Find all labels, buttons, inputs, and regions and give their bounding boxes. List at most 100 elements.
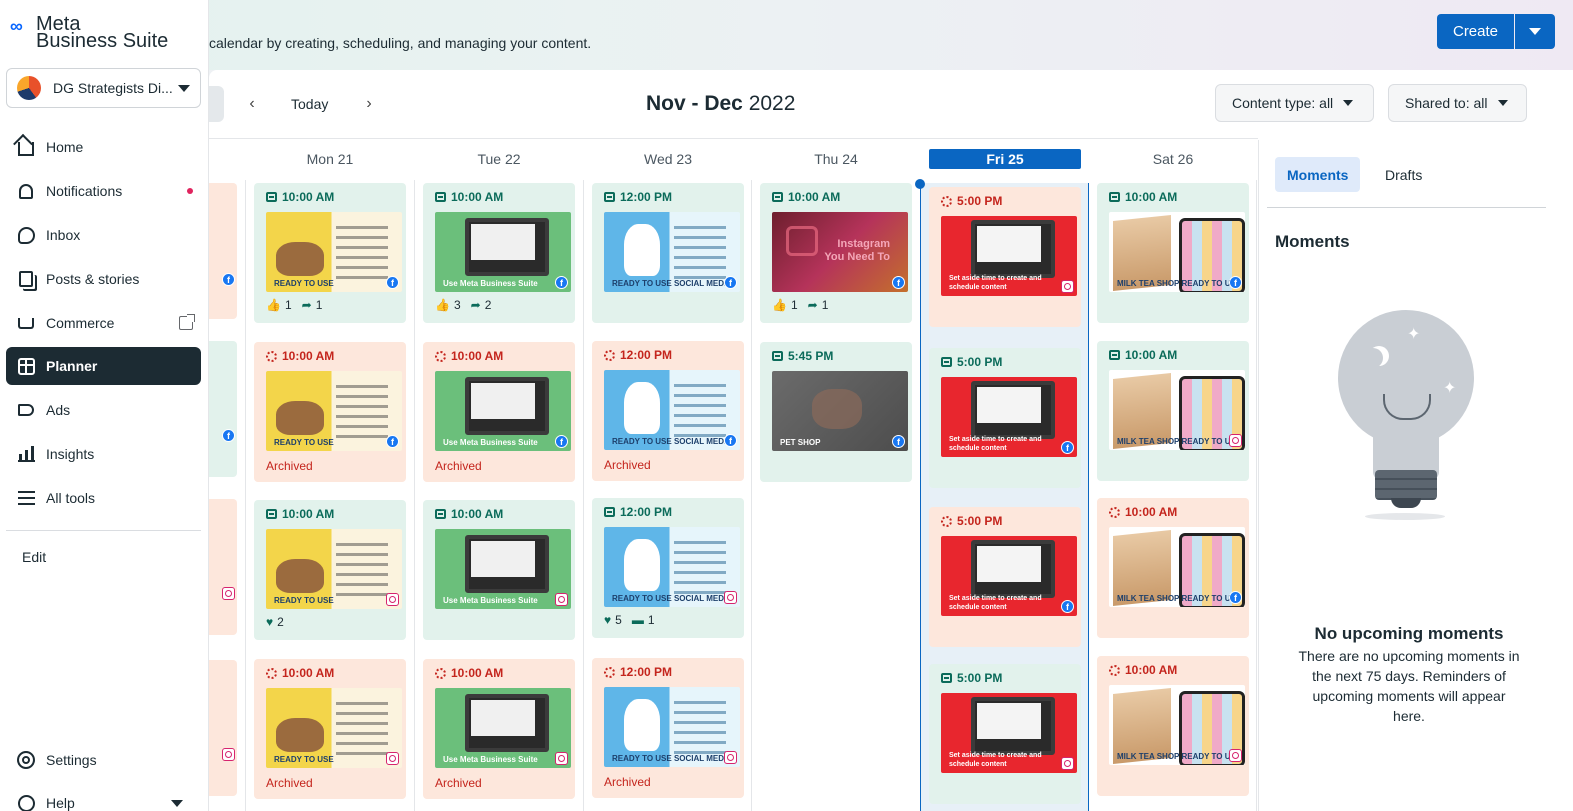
post-card-fri-4[interactable]: 5:00 PM Set aside time to create and sche… (929, 664, 1081, 804)
logo-text-line2: Business Suite (36, 30, 169, 52)
post-card-fri-2[interactable]: 5:00 PM Set aside time to create and sche… (929, 348, 1081, 488)
post-card-fri-1[interactable]: 5:00 PM Set aside time to create and sche… (929, 187, 1081, 327)
sidebar-item-planner[interactable]: Planner (6, 347, 201, 385)
post-card-wed-3[interactable]: 12:00 PM READY TO USE SOCIAL MEDIA ♥ 5 ▬ 1 (592, 498, 744, 638)
heart-count: ♥ 5 (604, 613, 622, 627)
next-week-button[interactable]: › (359, 94, 379, 114)
edit-shortcuts-link[interactable]: Edit (22, 549, 46, 565)
post-time: 10:00 AM (772, 189, 900, 205)
post-card-sat-3[interactable]: 10:00 AM MILK TEA SHOP READY TO USE f (1097, 498, 1249, 638)
post-card-mon-3[interactable]: 10:00 AM READY TO USE ♥ 2 (254, 500, 406, 640)
column-divider (583, 180, 584, 811)
current-time-marker (915, 179, 925, 189)
stat-value: 1 (790, 298, 798, 312)
post-thumbnail: Use Meta Business Suite (435, 529, 571, 609)
post-card-wed-4[interactable]: 12:00 PM READY TO USE SOCIAL MEDIA Archive… (592, 658, 744, 798)
sidebar-item-inbox[interactable]: Inbox (6, 216, 201, 254)
post-time-label: 12:00 PM (620, 348, 673, 362)
archived-label: Archived (604, 775, 651, 789)
post-thumbnail: Instagram You Need To f (772, 212, 908, 292)
create-button[interactable]: Create (1437, 14, 1514, 49)
post-card-mon-1[interactable]: 10:00 AM READY TO USE f 👍 1 ➦ 1 (254, 183, 406, 323)
post-card-tue-3[interactable]: 10:00 AM Use Meta Business Suite (423, 500, 575, 640)
post-card-wed-2[interactable]: 12:00 PM READY TO USE SOCIAL MEDIA f Archiv… (592, 341, 744, 481)
post-thumbnail: READY TO USE f (266, 212, 402, 292)
column-divider (245, 180, 246, 811)
tab-moments[interactable]: Moments (1275, 157, 1361, 192)
thumbnail-caption: MILK TEA SHOP READY TO USE (1117, 437, 1242, 446)
chat-icon (16, 225, 36, 245)
thumbnail-caption: MILK TEA SHOP READY TO USE (1117, 279, 1242, 288)
sidebar-item-posts-stories[interactable]: Posts & stories (6, 260, 201, 298)
scheduled-clock-icon (266, 667, 277, 679)
thumbnail-caption: READY TO USE (274, 596, 334, 605)
post-thumbnail: MILK TEA SHOP READY TO USE f (1109, 212, 1245, 292)
scheduled-clock-icon (435, 667, 446, 679)
post-card-tue-4[interactable]: 10:00 AM Use Meta Business Suite Archived (423, 659, 575, 799)
scheduled-clock-icon (435, 350, 446, 362)
post-thumbnail: READY TO USE (266, 529, 402, 609)
post-thumbnail: MILK TEA SHOP READY TO USE (1109, 370, 1245, 450)
post-time-label: 10:00 AM (451, 507, 504, 521)
post-thumbnail: READY TO USE SOCIAL MEDIA f (604, 212, 740, 292)
post-card-mon-4[interactable]: 10:00 AM READY TO USE Archived (254, 659, 406, 799)
post-card-sat-2[interactable]: 10:00 AM MILK TEA SHOP READY TO USE (1097, 341, 1249, 481)
post-card-sat-1[interactable]: 10:00 AM MILK TEA SHOP READY TO USE f (1097, 183, 1249, 323)
today-button[interactable]: Today (291, 96, 328, 112)
prev-week-button[interactable]: ‹ (242, 94, 262, 114)
create-dropdown-button[interactable] (1515, 14, 1555, 49)
post-card-partial[interactable]: f (209, 341, 237, 477)
sidebar-item-commerce[interactable]: Commerce (6, 304, 201, 342)
notification-dot (187, 188, 193, 194)
like-count: 👍 1 (772, 298, 798, 312)
sidebar-item-label: Inbox (46, 227, 81, 243)
facebook-icon: f (386, 276, 399, 289)
post-card-partial[interactable] (209, 499, 237, 635)
archived-label: Archived (435, 776, 482, 790)
sidebar-item-home[interactable]: Home (6, 128, 201, 166)
sidebar-item-ads[interactable]: Ads (6, 391, 201, 429)
account-name: DG Strategists Di... (53, 80, 173, 96)
view-toggle-chip[interactable] (209, 86, 224, 122)
post-card-tue-1[interactable]: 10:00 AM Use Meta Business Suite f 👍 3 ➦ 2 (423, 183, 575, 323)
post-thumbnail: Set aside time to create and schedule co… (941, 536, 1077, 616)
sidebar-item-settings[interactable]: Settings (6, 741, 201, 779)
scheduled-clock-icon (941, 195, 952, 207)
sidebar-item-insights[interactable]: Insights (6, 435, 201, 473)
heart-icon: ♥ (604, 613, 612, 627)
post-thumbnail: Set aside time to create and schedule co… (941, 377, 1077, 457)
sidebar-item-notifications[interactable]: Notifications (6, 172, 201, 210)
tab-underline (1267, 207, 1546, 208)
post-card-fri-3[interactable]: 5:00 PM Set aside time to create and sche… (929, 507, 1081, 647)
post-time: 10:00 AM (1109, 189, 1237, 205)
account-switcher[interactable]: DG Strategists Di... (6, 68, 201, 108)
post-card-wed-1[interactable]: 12:00 PM READY TO USE SOCIAL MEDIA f (592, 183, 744, 323)
thumbnail-caption: READY TO USE SOCIAL MEDIA (612, 754, 733, 763)
tab-drafts[interactable]: Drafts (1373, 157, 1434, 192)
post-thumbnail: READY TO USE (266, 688, 402, 768)
top-banner: calendar by creating, scheduling, and ma… (0, 0, 1573, 70)
meta-business-suite-logo[interactable]: ∞ Meta Business Suite (10, 14, 180, 54)
content-type-filter[interactable]: Content type: all (1215, 84, 1374, 122)
post-card-mon-2[interactable]: 10:00 AM READY TO USE f Archived (254, 342, 406, 482)
post-card-partial[interactable]: f (209, 183, 237, 319)
sidebar-item-label: Commerce (46, 315, 115, 331)
shared-to-filter[interactable]: Shared to: all (1388, 84, 1527, 122)
post-card-partial[interactable] (209, 660, 237, 796)
post-time: 10:00 AM (1109, 662, 1237, 678)
sidebar-item-all-tools[interactable]: All tools (6, 479, 201, 517)
sidebar-item-help[interactable]: Help (6, 784, 201, 811)
post-card-sat-4[interactable]: 10:00 AM MILK TEA SHOP READY TO USE (1097, 656, 1249, 796)
post-thumbnail: Use Meta Business Suite (435, 688, 571, 768)
post-card-tue-2[interactable]: 10:00 AM Use Meta Business Suite f Archived (423, 342, 575, 482)
heart-icon: ♥ (266, 615, 274, 629)
instagram-icon (386, 593, 399, 606)
help-icon (16, 793, 36, 811)
post-thumbnail: READY TO USE SOCIAL MEDIA (604, 527, 740, 607)
post-card-thu-1[interactable]: 10:00 AM Instagram You Need To f 👍 1 ➦ 1 (760, 183, 912, 323)
chevron-down-icon (171, 800, 183, 807)
sidebar-item-label: Posts & stories (46, 271, 140, 287)
post-card-thu-2[interactable]: 5:45 PM PET SHOP f (760, 342, 912, 482)
published-post-icon (772, 192, 783, 202)
post-time: 10:00 AM (435, 189, 563, 205)
